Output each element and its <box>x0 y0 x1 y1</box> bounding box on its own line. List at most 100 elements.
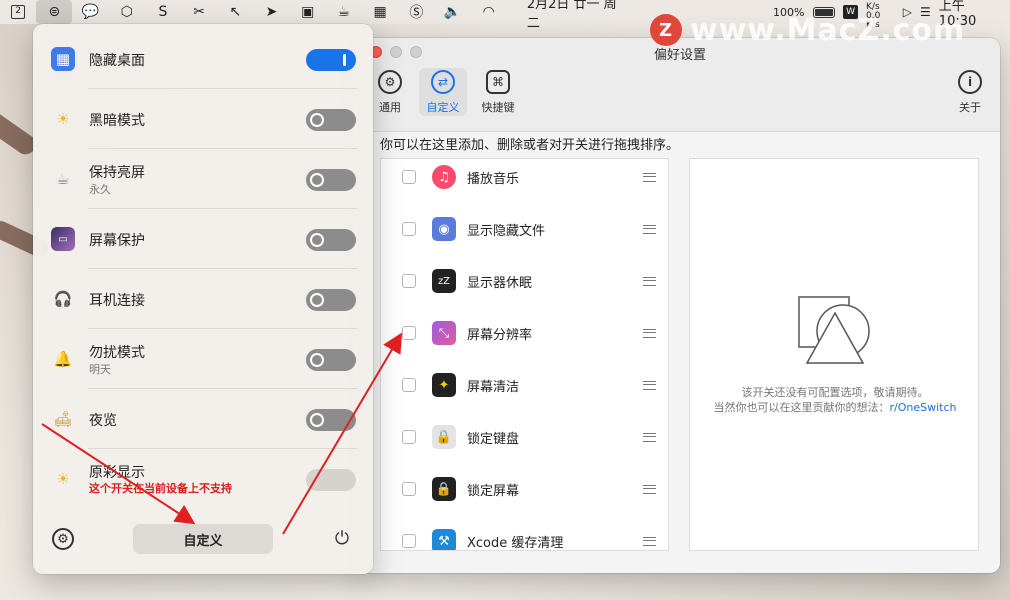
settings-gear-icon[interactable]: ⚙ <box>52 528 74 550</box>
oneswitch-icon[interactable]: ⊜ <box>36 0 73 24</box>
menu-item-do-not-disturb[interactable]: 🔔 勿扰模式 明天 <box>33 329 373 389</box>
desktop-number: 2 <box>11 5 26 19</box>
toggle-switch[interactable] <box>306 109 356 131</box>
tab-general[interactable]: ⚙ 通用 <box>366 68 414 116</box>
volume-icon[interactable]: 🔈 <box>434 0 470 24</box>
send-icon[interactable]: ➤ <box>253 0 289 24</box>
item-checkbox[interactable] <box>402 482 416 496</box>
clean-screen-icon: ✦ <box>432 373 456 397</box>
menubar-date[interactable]: 2月2日 廿一 周二 <box>527 0 625 31</box>
drag-handle-icon[interactable] <box>643 432 656 442</box>
list-item[interactable]: ✦ 屏幕清洁 <box>381 359 668 411</box>
drag-handle-icon[interactable] <box>643 224 656 234</box>
keyboard-lock-icon: 🔒 <box>432 425 456 449</box>
item-title: 耳机连接 <box>89 293 145 309</box>
cursor-icon[interactable]: ↖ <box>217 0 253 24</box>
tab-label: 关于 <box>959 101 981 114</box>
drag-handle-icon[interactable] <box>643 328 656 338</box>
gear-icon: ⚙ <box>378 70 402 94</box>
tab-custom[interactable]: ⇄ 自定义 <box>419 68 467 116</box>
menu-item-keep-awake[interactable]: ☕ 保持亮屏 永久 <box>33 149 373 209</box>
list-item[interactable]: ⤡ 屏幕分辨率 <box>381 307 668 359</box>
item-title: 勿扰模式 <box>89 345 145 361</box>
menu-item-headphones[interactable]: 🎧 耳机连接 <box>33 269 373 329</box>
detail-line-1: 该开关还没有可配置选项，敬请期待。 <box>741 386 929 399</box>
drag-handle-icon[interactable] <box>643 380 656 390</box>
coinbase-icon[interactable]: ⬡ <box>109 0 145 24</box>
item-checkbox[interactable] <box>402 534 416 548</box>
item-checkbox[interactable] <box>402 326 416 340</box>
screen-icon[interactable]: ▣ <box>290 0 326 24</box>
detail-line-2: 当然你也可以在这里贡献你的想法：r/OneSwitch <box>690 400 980 415</box>
toggle-switch <box>306 469 356 491</box>
true-tone-icon: ☀ <box>56 470 70 488</box>
grid-icon[interactable]: ▦ <box>362 0 398 24</box>
item-checkbox[interactable] <box>402 170 416 184</box>
menu-item-dark-mode[interactable]: ☀ 黑暗模式 <box>33 89 373 149</box>
command-icon: ⌘ <box>486 70 510 94</box>
bell-icon: 🔔 <box>53 350 73 368</box>
item-checkbox[interactable] <box>402 222 416 236</box>
menu-item-screensaver[interactable]: ▭ 屏幕保护 <box>33 209 373 269</box>
toggle-switch[interactable] <box>306 409 356 431</box>
tab-label: 快捷键 <box>481 101 515 114</box>
tab-label: 通用 <box>379 101 401 114</box>
wifi-icon[interactable]: ◠ <box>471 0 507 24</box>
item-subtitle: 明天 <box>89 363 111 376</box>
watermark: Z www.MacZ.com <box>650 10 1010 50</box>
item-label: 屏幕分辨率 <box>467 327 533 343</box>
menu-item-night-shift[interactable]: 🛋 夜览 <box>33 389 373 449</box>
drag-handle-icon[interactable] <box>643 484 656 494</box>
coffee-icon: ☕ <box>56 170 70 188</box>
list-item[interactable]: 🔒 锁定键盘 <box>381 411 668 463</box>
tab-about[interactable]: i 关于 <box>946 68 994 116</box>
item-label: 锁定键盘 <box>467 431 520 447</box>
item-label: 显示器休眠 <box>467 275 533 291</box>
s-app-icon[interactable]: S <box>145 0 181 24</box>
toggle-switch[interactable] <box>306 349 356 371</box>
drag-handle-icon[interactable] <box>643 172 656 182</box>
list-item[interactable]: ♫ 播放音乐 <box>381 159 668 203</box>
drag-handle-icon[interactable] <box>643 276 656 286</box>
menu-item-true-tone[interactable]: ☀ 原彩显示 这个开关在当前设备上不支持 <box>33 449 373 509</box>
lamp-icon: 🛋 <box>53 410 73 428</box>
detail-text: 该开关还没有可配置选项，敬请期待。 当然你也可以在这里贡献你的想法：r/OneS… <box>690 385 980 415</box>
info-icon: i <box>958 70 982 94</box>
item-title: 屏幕保护 <box>89 233 145 249</box>
item-title: 黑暗模式 <box>89 113 145 129</box>
tab-shortcuts[interactable]: ⌘ 快捷键 <box>474 68 522 116</box>
toggle-switch[interactable] <box>306 49 356 71</box>
instruction-text: 你可以在这里添加、删除或者对开关进行拖拽排序。 <box>380 138 680 153</box>
power-icon[interactable]: ⏻ <box>331 528 353 550</box>
desktop-number-icon[interactable]: 2 <box>0 0 36 24</box>
item-subtitle: 永久 <box>89 183 111 196</box>
toggle-switch[interactable] <box>306 229 356 251</box>
coffee-icon[interactable]: ☕ <box>326 0 362 24</box>
list-item[interactable]: ◉ 显示隐藏文件 <box>381 203 668 255</box>
item-label: Xcode 缓存清理 <box>467 535 564 551</box>
list-item[interactable]: zZ 显示器休眠 <box>381 255 668 307</box>
toggle-switch[interactable] <box>306 289 356 311</box>
resolution-icon: ⤡ <box>432 321 456 345</box>
sun-icon: ☀ <box>56 110 70 128</box>
toggle-switch[interactable] <box>306 169 356 191</box>
wechat-icon[interactable]: 💬 <box>72 0 108 24</box>
oneswitch-menu: ▦ 隐藏桌面 ☀ 黑暗模式 ☕ 保持亮屏 永久 ▭ 屏幕保护 🎧 耳机连接 🔔 … <box>33 24 373 574</box>
item-warning: 这个开关在当前设备上不支持 <box>89 482 232 495</box>
item-checkbox[interactable] <box>402 430 416 444</box>
menu-item-hide-desktop[interactable]: ▦ 隐藏桌面 <box>33 29 373 89</box>
drag-handle-icon[interactable] <box>643 536 656 546</box>
customize-button[interactable]: 自定义 <box>133 524 273 554</box>
list-item[interactable]: ⚒ Xcode 缓存清理 <box>381 515 668 551</box>
item-label: 播放音乐 <box>467 171 520 187</box>
switch-list: ♫ 播放音乐 ◉ 显示隐藏文件 zZ 显示器休眠 ⤡ 屏幕分辨率 ✦ 屏幕清洁 <box>380 158 669 551</box>
list-item[interactable]: 🔒 锁定屏幕 <box>381 463 668 515</box>
item-checkbox[interactable] <box>402 274 416 288</box>
tab-label: 自定义 <box>426 101 460 114</box>
item-checkbox[interactable] <box>402 378 416 392</box>
s-box-icon[interactable]: Ⓢ <box>398 0 434 24</box>
watermark-text: www.MacZ.com <box>690 12 966 48</box>
oneswitch-link[interactable]: r/OneSwitch <box>890 401 957 414</box>
sleep-display-icon: zZ <box>432 269 456 293</box>
papercut-icon[interactable]: ✂ <box>181 0 217 24</box>
